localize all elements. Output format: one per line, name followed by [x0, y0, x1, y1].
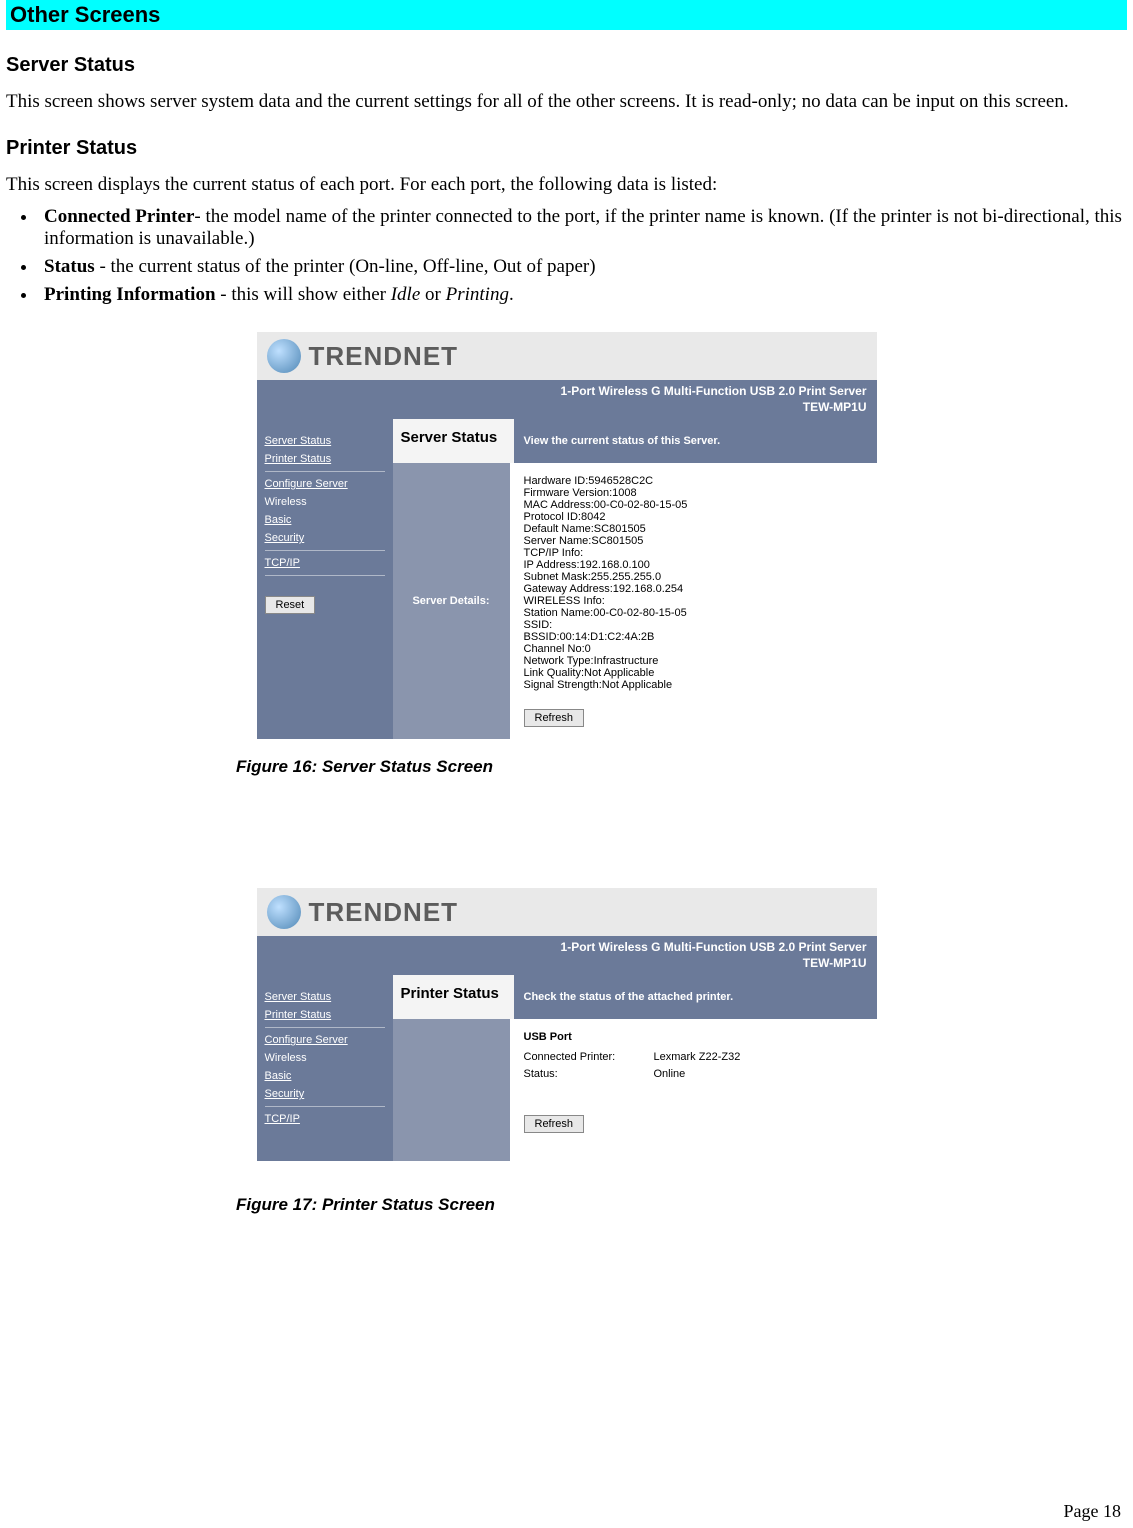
para-server-status: This screen shows server system data and…: [6, 91, 1127, 113]
list-item: Status - the current status of the print…: [38, 256, 1127, 278]
panel-desc: View the current status of this Server.: [514, 419, 877, 463]
figure-16-screenshot: TRENDNET 1-Port Wireless G Multi-Functio…: [257, 332, 877, 739]
term: Printing Information: [44, 284, 216, 305]
detail-line: Channel No:0: [524, 643, 863, 655]
figure-17-screenshot: TRENDNET 1-Port Wireless G Multi-Functio…: [257, 888, 877, 1161]
detail-line: Server Name:SC801505: [524, 535, 863, 547]
figure-16-caption: Figure 16: Server Status Screen: [236, 757, 1127, 777]
nav-basic[interactable]: Basic: [265, 1070, 385, 1082]
detail-line: Hardware ID:5946528C2C: [524, 475, 863, 487]
brand-globe-icon: [267, 339, 301, 373]
nav-wireless: Wireless: [265, 1052, 385, 1064]
detail-line: Station Name:00-C0-02-80-15-05: [524, 607, 863, 619]
detail-line: TCP/IP Info:: [524, 547, 863, 559]
term: Connected Printer: [44, 206, 194, 227]
emphasis: Printing: [446, 284, 509, 305]
product-header: 1-Port Wireless G Multi-Function USB 2.0…: [257, 936, 877, 975]
def: .: [509, 284, 514, 305]
detail-line: Default Name:SC801505: [524, 523, 863, 535]
detail-line: MAC Address:00-C0-02-80-15-05: [524, 499, 863, 511]
detail-line: Signal Strength:Not Applicable: [524, 679, 863, 691]
brand-globe-icon: [267, 895, 301, 929]
sidebar-nav: Server Status Printer Status Configure S…: [257, 419, 393, 739]
nav-printer-status[interactable]: Printer Status: [265, 453, 385, 465]
detail-line: Network Type:Infrastructure: [524, 655, 863, 667]
detail-line: IP Address:192.168.0.100: [524, 559, 863, 571]
panel-desc: Check the status of the attached printer…: [514, 975, 877, 1019]
nav-configure-server[interactable]: Configure Server: [265, 1034, 385, 1046]
table-row: Status:Online: [524, 1068, 863, 1080]
heading-printer-status: Printer Status: [6, 137, 1127, 160]
list-item: Printing Information - this will show ei…: [38, 284, 1127, 306]
usb-port-heading: USB Port: [524, 1031, 863, 1043]
heading-server-status: Server Status: [6, 54, 1127, 77]
product-header: 1-Port Wireless G Multi-Function USB 2.0…: [257, 380, 877, 419]
emphasis: Idle: [391, 284, 421, 305]
details-panel: Hardware ID:5946528C2CFirmware Version:1…: [510, 463, 877, 739]
nav-security[interactable]: Security: [265, 532, 385, 544]
detail-line: Subnet Mask:255.255.255.0: [524, 571, 863, 583]
section-banner: Other Screens: [6, 0, 1127, 30]
nav-configure-server[interactable]: Configure Server: [265, 478, 385, 490]
def: - the model name of the printer connecte…: [44, 206, 1122, 249]
detail-line: Gateway Address:192.168.0.254: [524, 583, 863, 595]
para-printer-status: This screen displays the current status …: [6, 174, 1127, 196]
panel-title: Printer Status: [393, 975, 514, 1019]
brand-name: TRENDNET: [309, 341, 459, 372]
details-label: [393, 1019, 510, 1161]
detail-line: WIRELESS Info:: [524, 595, 863, 607]
brand-name: TRENDNET: [309, 897, 459, 928]
def: - the current status of the printer (On-…: [95, 256, 596, 277]
nav-server-status[interactable]: Server Status: [265, 991, 385, 1003]
refresh-button[interactable]: Refresh: [524, 709, 585, 727]
def: - this will show either: [216, 284, 391, 305]
nav-tcpip[interactable]: TCP/IP: [265, 1113, 385, 1125]
nav-basic[interactable]: Basic: [265, 514, 385, 526]
details-panel: USB Port Connected Printer:Lexmark Z22-Z…: [510, 1019, 877, 1161]
nav-server-status[interactable]: Server Status: [265, 435, 385, 447]
term: Status: [44, 256, 95, 277]
def: or: [420, 284, 445, 305]
detail-line: BSSID:00:14:D1:C2:4A:2B: [524, 631, 863, 643]
figure-17-caption: Figure 17: Printer Status Screen: [236, 1195, 1127, 1215]
nav-wireless: Wireless: [265, 496, 385, 508]
details-label: Server Details:: [393, 463, 510, 739]
detail-line: Link Quality:Not Applicable: [524, 667, 863, 679]
nav-tcpip[interactable]: TCP/IP: [265, 557, 385, 569]
sidebar-nav: Server Status Printer Status Configure S…: [257, 975, 393, 1161]
refresh-button[interactable]: Refresh: [524, 1115, 585, 1133]
list-item: Connected Printer- the model name of the…: [38, 206, 1127, 250]
table-row: Connected Printer:Lexmark Z22-Z32: [524, 1051, 863, 1063]
detail-line: SSID:: [524, 619, 863, 631]
printer-status-list: Connected Printer- the model name of the…: [6, 206, 1127, 306]
panel-title: Server Status: [393, 419, 514, 463]
nav-printer-status[interactable]: Printer Status: [265, 1009, 385, 1021]
detail-line: Protocol ID:8042: [524, 511, 863, 523]
detail-line: Firmware Version:1008: [524, 487, 863, 499]
reset-button[interactable]: Reset: [265, 596, 316, 614]
page-number: Page 18: [1064, 1501, 1122, 1522]
nav-security[interactable]: Security: [265, 1088, 385, 1100]
